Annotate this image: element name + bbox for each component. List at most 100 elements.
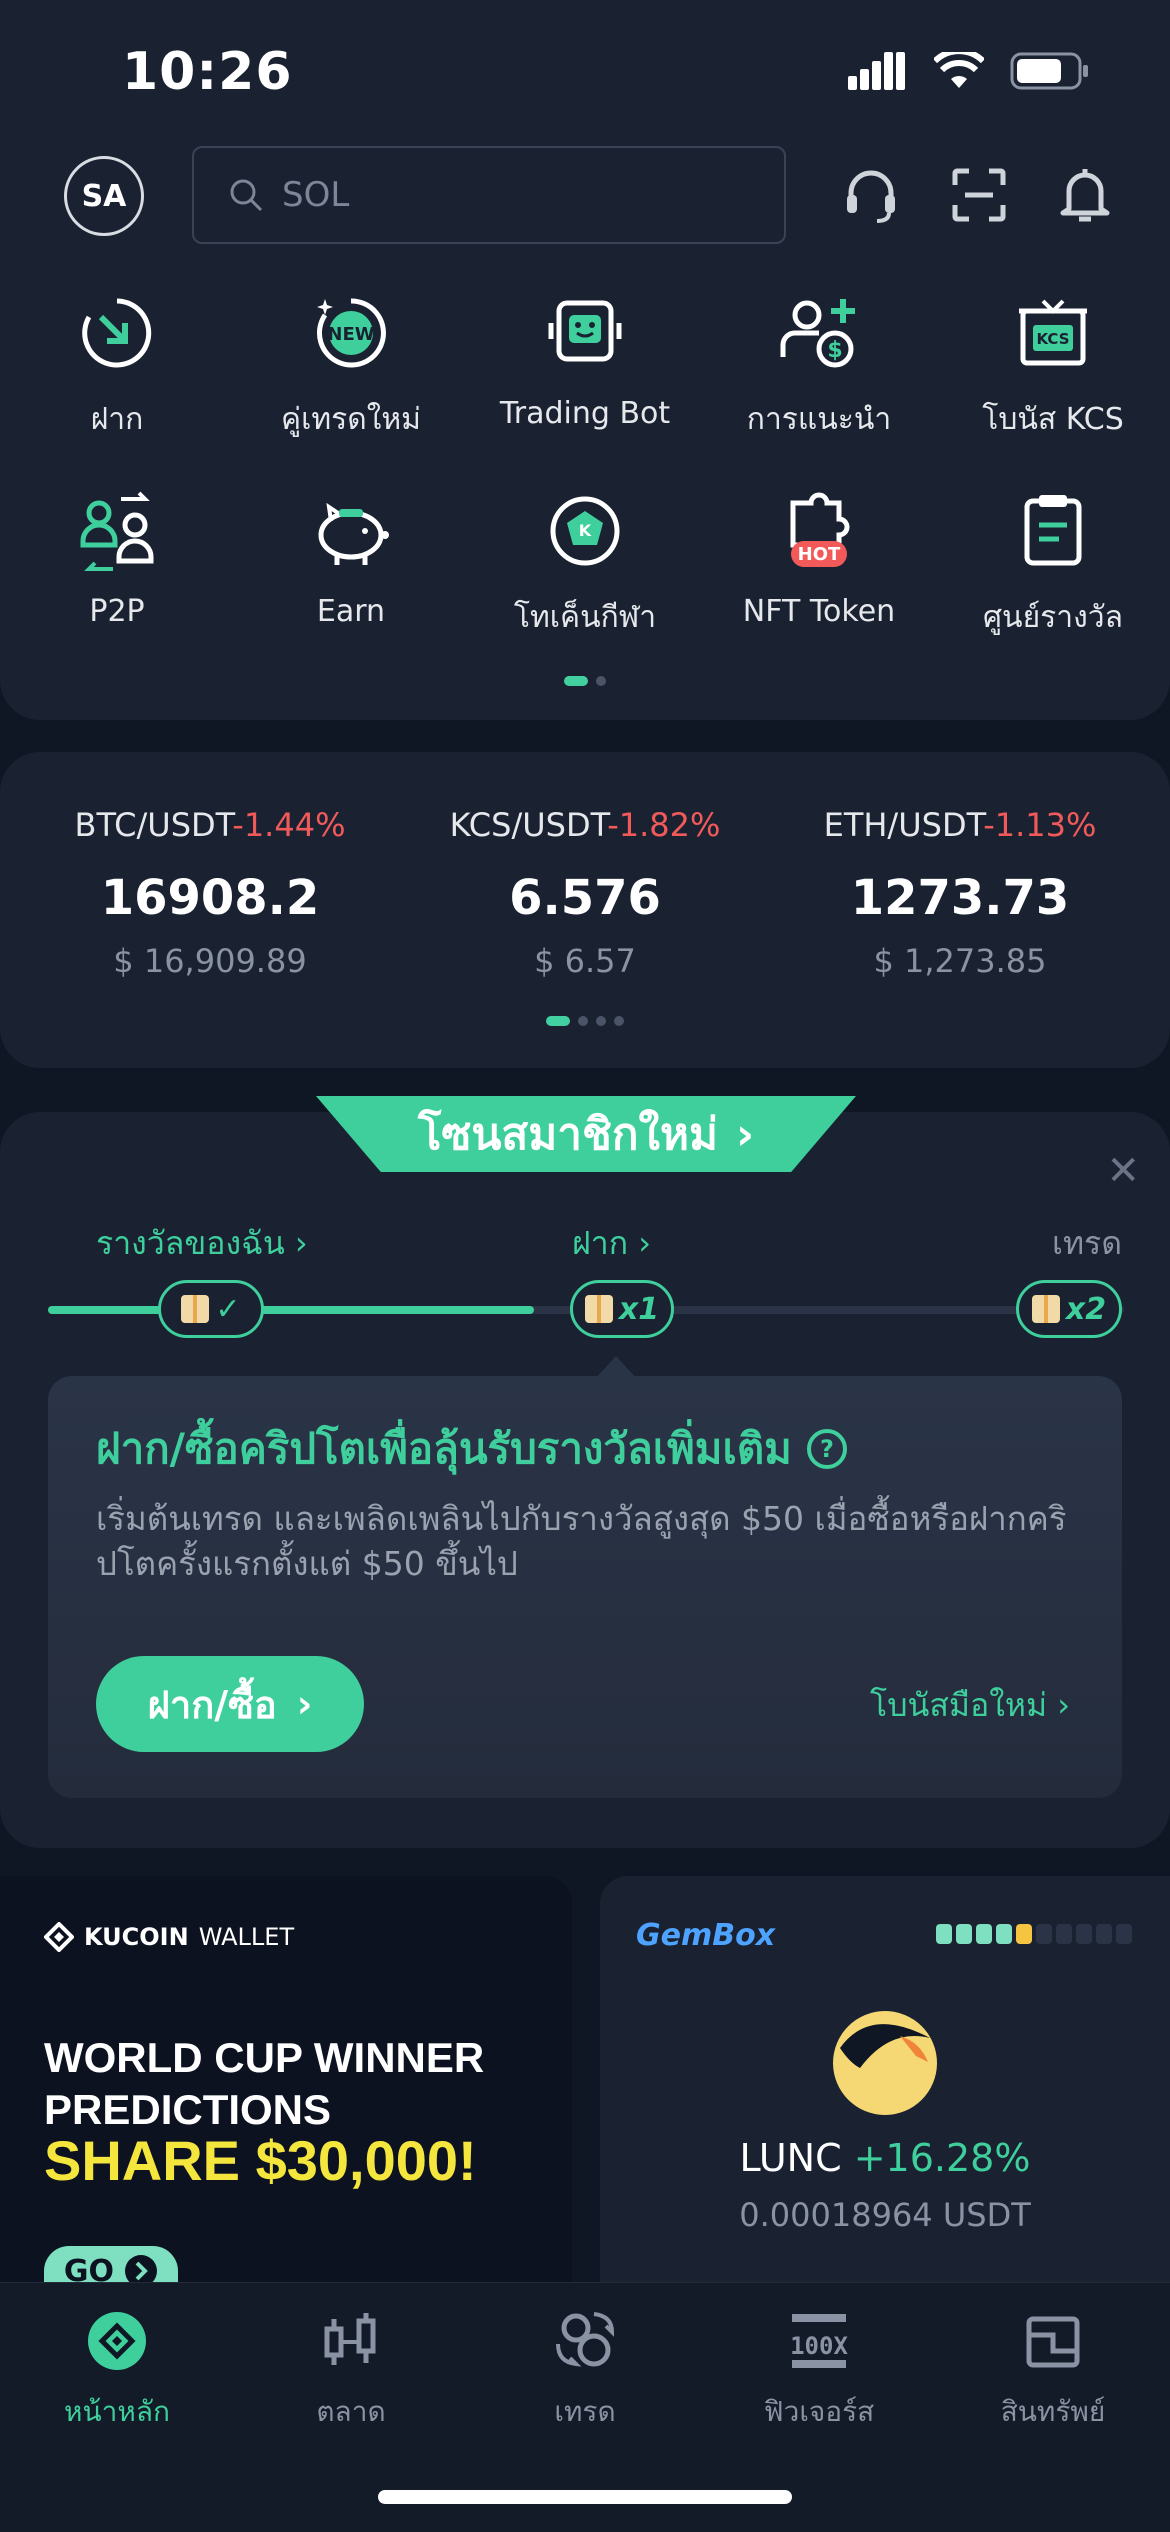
home-indicator bbox=[378, 2490, 792, 2504]
shortcut-referral[interactable]: $ การแนะนำ bbox=[702, 288, 936, 443]
market-candles-icon bbox=[316, 2306, 386, 2376]
svg-text:HOT: HOT bbox=[798, 544, 841, 565]
pair-usd: $ 1,273.85 bbox=[873, 942, 1047, 980]
pair-usd: $ 6.57 bbox=[534, 942, 636, 980]
headset-icon[interactable] bbox=[836, 160, 906, 230]
pair-usd: $ 16,909.89 bbox=[113, 942, 307, 980]
page-dot-active bbox=[936, 1924, 952, 1944]
page-dot bbox=[1116, 1924, 1132, 1944]
status-time: 10:26 bbox=[122, 42, 293, 102]
lunc-ticker: LUNC +16.28% bbox=[600, 2136, 1170, 2180]
page-dot bbox=[1076, 1924, 1092, 1944]
shortcut-earn[interactable]: Earn bbox=[234, 486, 468, 629]
svg-text:NEW: NEW bbox=[327, 324, 374, 345]
nav-label: สินทรัพย์ bbox=[1000, 2395, 1106, 2428]
shortcut-rewards-center[interactable]: ศูนย์รางวัล bbox=[936, 486, 1170, 641]
ticker-btc[interactable]: BTC/USDT-1.44% 16908.2 $ 16,909.89 bbox=[15, 806, 405, 980]
rewards-center-icon bbox=[1008, 486, 1098, 576]
promo-line1: WORLD CUP WINNER bbox=[44, 2034, 485, 2081]
page-dot bbox=[578, 1016, 588, 1026]
nav-home[interactable]: หน้าหลัก bbox=[0, 2306, 234, 2434]
task-title-text: ฝาก/ซื้อคริปโตเพื่อลุ้นรับรางวัลเพิ่มเติ… bbox=[96, 1424, 792, 1473]
gift-icon bbox=[1031, 1295, 1060, 1323]
deposit-buy-button[interactable]: ฝาก/ซื้อ › bbox=[96, 1656, 364, 1752]
shortcut-label: คู่เทรดใหม่ bbox=[281, 402, 421, 437]
step-label: ฝาก bbox=[572, 1224, 629, 1262]
reward-node-trade: x2 bbox=[1016, 1280, 1122, 1338]
nav-trade[interactable]: เทรด bbox=[468, 2306, 702, 2434]
nav-label: หน้าหลัก bbox=[64, 2395, 170, 2428]
kcs-bonus-icon: KCS bbox=[1008, 288, 1098, 378]
page-dot bbox=[614, 1016, 624, 1026]
ticker-eth[interactable]: ETH/USDT-1.13% 1273.73 $ 1,273.85 bbox=[765, 806, 1155, 980]
step-label: รางวัลของฉัน bbox=[96, 1224, 285, 1262]
piggy-bank-icon bbox=[306, 486, 396, 576]
gift-icon bbox=[584, 1295, 613, 1323]
shortcut-deposit[interactable]: ฝาก bbox=[0, 288, 234, 443]
task-description: เริ่มต้นเทรด และเพลิดเพลินไปกับรางวัลสูง… bbox=[96, 1499, 1067, 1583]
page-dot bbox=[1036, 1924, 1052, 1944]
shortcut-label: Earn bbox=[316, 594, 386, 629]
referral-icon: $ bbox=[774, 288, 864, 378]
shortcut-label: การแนะนำ bbox=[746, 402, 892, 437]
pair-name: BTC/USDT bbox=[74, 806, 233, 844]
coin-change: +16.28% bbox=[853, 2136, 1031, 2180]
newbie-bonus-link[interactable]: โบนัสมือใหม่ › bbox=[870, 1680, 1070, 1731]
pair-price: 1273.73 bbox=[850, 870, 1070, 926]
ticker-card: BTC/USDT-1.44% 16908.2 $ 16,909.89 KCS/U… bbox=[0, 752, 1170, 1068]
signal-icon bbox=[848, 52, 905, 90]
nav-futures[interactable]: 100X ฟิวเจอร์ส bbox=[702, 2306, 936, 2434]
ticker-page-indicator bbox=[0, 1016, 1170, 1026]
deposit-icon bbox=[72, 288, 162, 378]
wifi-icon bbox=[934, 52, 984, 88]
shortcut-label: NFT Token bbox=[742, 594, 896, 629]
step-deposit[interactable]: ฝาก › bbox=[572, 1218, 651, 1269]
gembox-title: GemBox bbox=[636, 1918, 776, 1953]
nav-label: เทรด bbox=[554, 2395, 616, 2428]
svg-text:KCS: KCS bbox=[1036, 330, 1069, 348]
shortcut-label: P2P bbox=[89, 594, 145, 629]
chevron-right-icon: › bbox=[638, 1224, 652, 1262]
zone-title: โซนสมาชิกใหม่ bbox=[417, 1109, 718, 1160]
pair-price: 16908.2 bbox=[100, 870, 320, 926]
search-input[interactable]: SOL bbox=[192, 146, 786, 244]
svg-text:$: $ bbox=[827, 338, 842, 363]
shortcut-kcs-bonus[interactable]: KCS โบนัส KCS bbox=[936, 288, 1170, 443]
scan-icon[interactable] bbox=[944, 160, 1014, 230]
page-dot bbox=[1096, 1924, 1112, 1944]
new-member-zone-tab[interactable]: โซนสมาชิกใหม่ › bbox=[316, 1096, 856, 1172]
brand-name: KUCOIN bbox=[84, 1923, 189, 1951]
soccer-ball-icon: K bbox=[540, 486, 630, 576]
promo-headline: WORLD CUP WINNER PREDICTIONS bbox=[44, 2032, 484, 2136]
step-my-rewards[interactable]: รางวัลของฉัน › bbox=[96, 1218, 308, 1269]
svg-text:K: K bbox=[579, 521, 592, 540]
avatar[interactable]: SA bbox=[64, 156, 144, 236]
shortcut-trading-bot[interactable]: Trading Bot bbox=[468, 288, 702, 431]
nav-label: ตลาด bbox=[316, 2395, 386, 2428]
bell-icon[interactable] bbox=[1050, 160, 1120, 230]
lunc-logo-icon bbox=[833, 2011, 937, 2115]
nav-market[interactable]: ตลาด bbox=[234, 2306, 468, 2434]
chevron-right-icon: › bbox=[296, 1682, 313, 1726]
close-icon[interactable]: ✕ bbox=[1106, 1148, 1140, 1194]
shortcut-page-indicator bbox=[0, 676, 1170, 686]
wallet-assets-icon bbox=[1018, 2306, 1088, 2376]
pair-change: -1.44% bbox=[232, 806, 346, 844]
svg-text:?: ? bbox=[820, 1435, 834, 1463]
nft-hot-icon: HOT bbox=[774, 486, 864, 576]
gembox-page-indicator bbox=[936, 1924, 1132, 1944]
chevron-right-icon: › bbox=[1057, 1686, 1070, 1724]
nav-assets[interactable]: สินทรัพย์ bbox=[936, 2306, 1170, 2434]
page-dot-active bbox=[564, 676, 588, 686]
shortcut-new-pairs[interactable]: NEW คู่เทรดใหม่ bbox=[234, 288, 468, 443]
shortcut-sports-token[interactable]: K โทเค็นกีฬา bbox=[468, 486, 702, 641]
help-icon[interactable]: ? bbox=[806, 1428, 848, 1470]
pair-name: ETH/USDT bbox=[823, 806, 984, 844]
page-dot-active bbox=[956, 1924, 972, 1944]
shortcut-label: Trading Bot bbox=[499, 396, 671, 431]
ticker-kcs[interactable]: KCS/USDT-1.82% 6.576 $ 6.57 bbox=[390, 806, 780, 980]
shortcut-p2p[interactable]: P2P bbox=[0, 486, 234, 629]
search-icon bbox=[230, 179, 263, 212]
shortcut-nft-token[interactable]: HOT NFT Token bbox=[702, 486, 936, 629]
coin-name: LUNC bbox=[739, 2136, 842, 2180]
